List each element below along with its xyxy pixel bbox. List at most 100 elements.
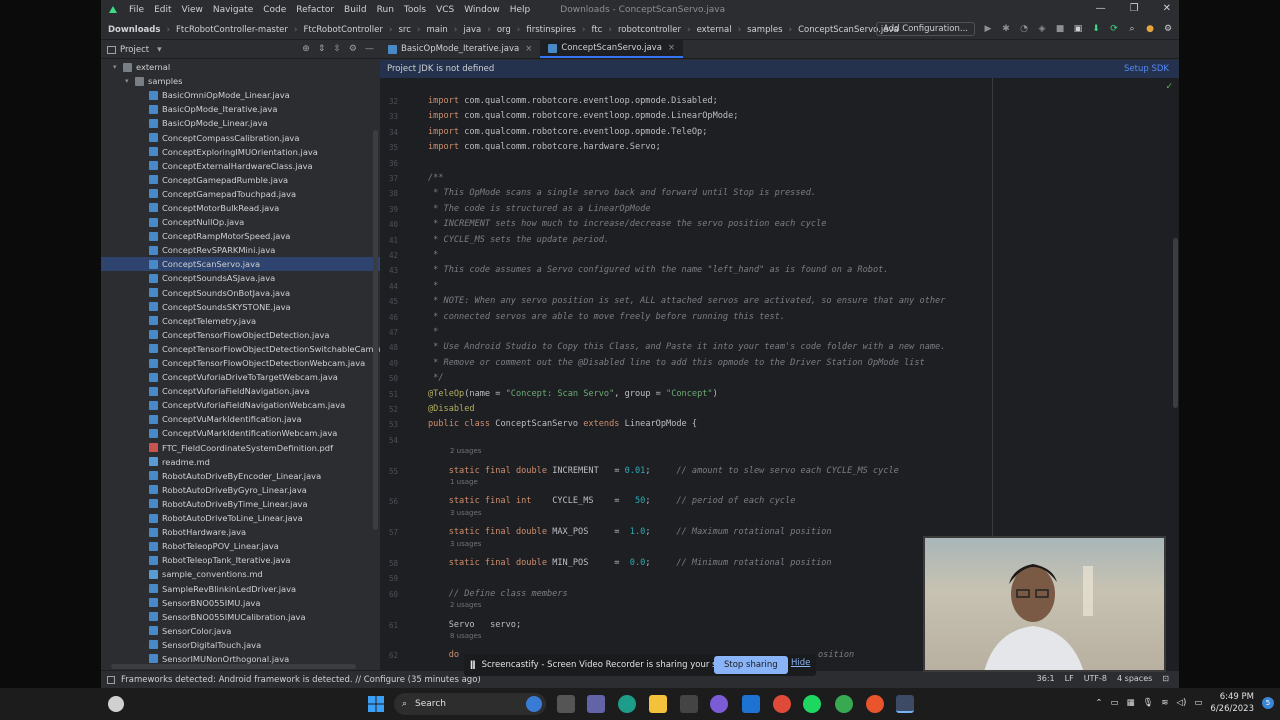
collapse-all-icon[interactable]: ⇳ — [333, 44, 341, 54]
breadcrumb-item[interactable]: ftc — [592, 25, 603, 35]
code-line[interactable]: import com.qualcomm.robotcore.eventloop.… — [428, 109, 738, 124]
tray-app-icon[interactable]: ▭ — [1111, 698, 1119, 708]
setup-sdk-link[interactable]: Setup SDK — [1124, 64, 1169, 74]
device-manager-icon[interactable]: ▣ — [1073, 24, 1083, 34]
code-line[interactable]: import com.qualcomm.robotcore.eventloop.… — [428, 94, 718, 109]
tree-item[interactable]: RobotAutoDriveByTime_Linear.java — [101, 497, 380, 511]
tree-item[interactable]: ConceptScanServo.java — [101, 257, 380, 272]
tree-item[interactable]: RobotAutoDriveByEncoder_Linear.java — [101, 469, 380, 483]
tree-item[interactable]: ConceptCompassCalibration.java — [101, 130, 380, 144]
chrome-profile-icon[interactable] — [835, 695, 853, 713]
close-tab-icon[interactable]: × — [525, 44, 532, 54]
tree-item[interactable]: ConceptVuMarkIdentificationWebcam.java — [101, 426, 380, 440]
code-line[interactable]: * This OpMode scans a single servo back … — [428, 186, 816, 201]
taskbar-search[interactable]: ⌕ Search — [394, 693, 546, 715]
mail-icon[interactable] — [742, 695, 760, 713]
gear-icon[interactable]: ⚙ — [349, 44, 357, 54]
no-problems-check-icon[interactable]: ✓ — [1165, 82, 1173, 92]
project-tree-scrollbar[interactable] — [373, 130, 378, 530]
tree-item[interactable]: SensorBNO055IMU.java — [101, 596, 380, 610]
tree-item[interactable]: readme.md — [101, 455, 380, 469]
code-line[interactable]: * The code is structured as a LinearOpMo… — [428, 202, 650, 217]
menu-window[interactable]: Window — [464, 5, 500, 15]
menu-run[interactable]: Run — [377, 5, 394, 15]
usage-hint[interactable]: 2 usages — [450, 447, 481, 455]
tree-item[interactable]: SampleRevBlinkinLedDriver.java — [101, 581, 380, 595]
code-line[interactable]: * CYCLE_MS sets the update period. — [428, 233, 609, 248]
menu-build[interactable]: Build — [344, 5, 367, 15]
code-line[interactable]: * INCREMENT sets how much to increase/de… — [428, 217, 826, 232]
tree-item[interactable]: SensorColor.java — [101, 624, 380, 638]
menu-file[interactable]: File — [129, 5, 144, 15]
hide-link[interactable]: Hide — [791, 658, 810, 668]
tree-item[interactable]: ConceptTensorFlowObjectDetectionSwitchab… — [101, 342, 380, 356]
breadcrumb-item[interactable]: samples — [747, 25, 782, 35]
breadcrumb-item[interactable]: firstinspires — [526, 25, 576, 35]
breadcrumb-item[interactable]: Downloads — [108, 25, 160, 35]
settings-icon[interactable]: ⚙ — [1163, 24, 1173, 34]
tree-item[interactable]: RobotHardware.java — [101, 525, 380, 539]
tray-app2-icon[interactable]: ▦ — [1127, 698, 1135, 708]
updates-icon[interactable]: ● — [1145, 24, 1155, 34]
usage-hint[interactable]: 8 usages — [450, 632, 481, 640]
tree-item[interactable]: BasicOmniOpMode_Linear.java — [101, 88, 380, 102]
tree-item[interactable]: ConceptNullOp.java — [101, 215, 380, 229]
tree-item[interactable]: ConceptSoundsASJava.java — [101, 271, 380, 285]
code-line[interactable]: static final double INCREMENT = 0.01; //… — [428, 464, 899, 479]
code-line[interactable]: * NOTE: When any servo position is set, … — [428, 294, 945, 309]
tree-item[interactable]: ConceptRampMotorSpeed.java — [101, 229, 380, 243]
tree-item[interactable]: ConceptVuMarkIdentification.java — [101, 412, 380, 426]
tree-item[interactable]: ConceptRevSPARKMini.java — [101, 243, 380, 257]
tree-item[interactable]: ConceptTensorFlowObjectDetectionWebcam.j… — [101, 356, 380, 370]
search-everywhere-icon[interactable]: ⌕ — [1127, 24, 1137, 34]
menu-tools[interactable]: Tools — [404, 5, 426, 15]
code-line[interactable]: * — [428, 248, 438, 263]
wifi-icon[interactable]: ≋ — [1161, 698, 1168, 708]
chevron-down-icon[interactable]: ▾ — [113, 63, 123, 71]
tree-item[interactable]: ConceptGamepadRumble.java — [101, 173, 380, 187]
task-view-icon[interactable] — [557, 695, 575, 713]
code-line[interactable]: @Disabled — [428, 402, 475, 417]
tree-item[interactable]: ConceptExternalHardwareClass.java — [101, 159, 380, 173]
chevron-down-icon[interactable]: ▾ — [157, 45, 162, 55]
chevron-down-icon[interactable]: ▾ — [125, 77, 135, 85]
tree-item[interactable]: FTC_FieldCoordinateSystemDefinition.pdf — [101, 441, 380, 455]
tree-item[interactable]: RobotAutoDriveToLine_Linear.java — [101, 511, 380, 525]
tree-item[interactable]: ConceptExploringIMUOrientation.java — [101, 145, 380, 159]
edge-icon[interactable] — [618, 695, 636, 713]
spotify-icon[interactable] — [803, 695, 821, 713]
run-icon[interactable]: ▶ — [983, 24, 993, 34]
code-line[interactable]: import com.qualcomm.robotcore.eventloop.… — [428, 125, 707, 140]
tree-item[interactable]: RobotTeleopTank_Iterative.java — [101, 553, 380, 567]
tree-item[interactable]: ConceptSoundsOnBotJava.java — [101, 286, 380, 300]
code-line[interactable]: * connected servos are able to move free… — [428, 310, 785, 325]
file-encoding[interactable]: UTF-8 — [1084, 674, 1107, 683]
hide-panel-icon[interactable]: — — [365, 44, 374, 54]
usage-hint[interactable]: 3 usages — [450, 509, 481, 517]
tree-item[interactable]: ConceptTensorFlowObjectDetection.java — [101, 328, 380, 342]
sync-icon[interactable]: ⟳ — [1109, 24, 1119, 34]
tree-item[interactable]: ConceptTelemetry.java — [101, 314, 380, 328]
code-line[interactable]: static final double MIN_POS = 0.0; // Mi… — [428, 556, 832, 571]
android-studio-taskbar-icon[interactable] — [896, 695, 914, 713]
tree-item[interactable]: BasicOpMode_Iterative.java — [101, 102, 380, 116]
windows-start-icon[interactable] — [367, 695, 385, 713]
microphone-icon[interactable]: 🎙 — [1143, 698, 1154, 708]
project-tree-h-scrollbar[interactable] — [111, 664, 356, 669]
minimize-icon[interactable]: — — [1096, 3, 1106, 14]
project-panel-title[interactable]: Project — [120, 45, 149, 55]
code-line[interactable]: * Use Android Studio to Copy this Class,… — [428, 340, 945, 355]
stop-icon[interactable]: ■ — [1055, 24, 1065, 34]
close-icon[interactable]: ✕ — [1163, 3, 1171, 14]
breadcrumb-item[interactable]: main — [427, 25, 448, 35]
menu-view[interactable]: View — [182, 5, 203, 15]
code-line[interactable]: * This code assumes a Servo configured w… — [428, 263, 888, 278]
code-line[interactable]: * — [428, 325, 438, 340]
notification-badge[interactable]: 5 — [1262, 697, 1274, 709]
code-line[interactable]: static final double MAX_POS = 1.0; // Ma… — [428, 525, 832, 540]
menu-code[interactable]: Code — [263, 5, 286, 15]
menu-vcs[interactable]: VCS — [436, 5, 454, 15]
tree-item[interactable]: ConceptSoundsSKYSTONE.java — [101, 300, 380, 314]
breadcrumb-item[interactable]: external — [697, 25, 732, 35]
indent-setting[interactable]: 4 spaces — [1117, 674, 1152, 683]
